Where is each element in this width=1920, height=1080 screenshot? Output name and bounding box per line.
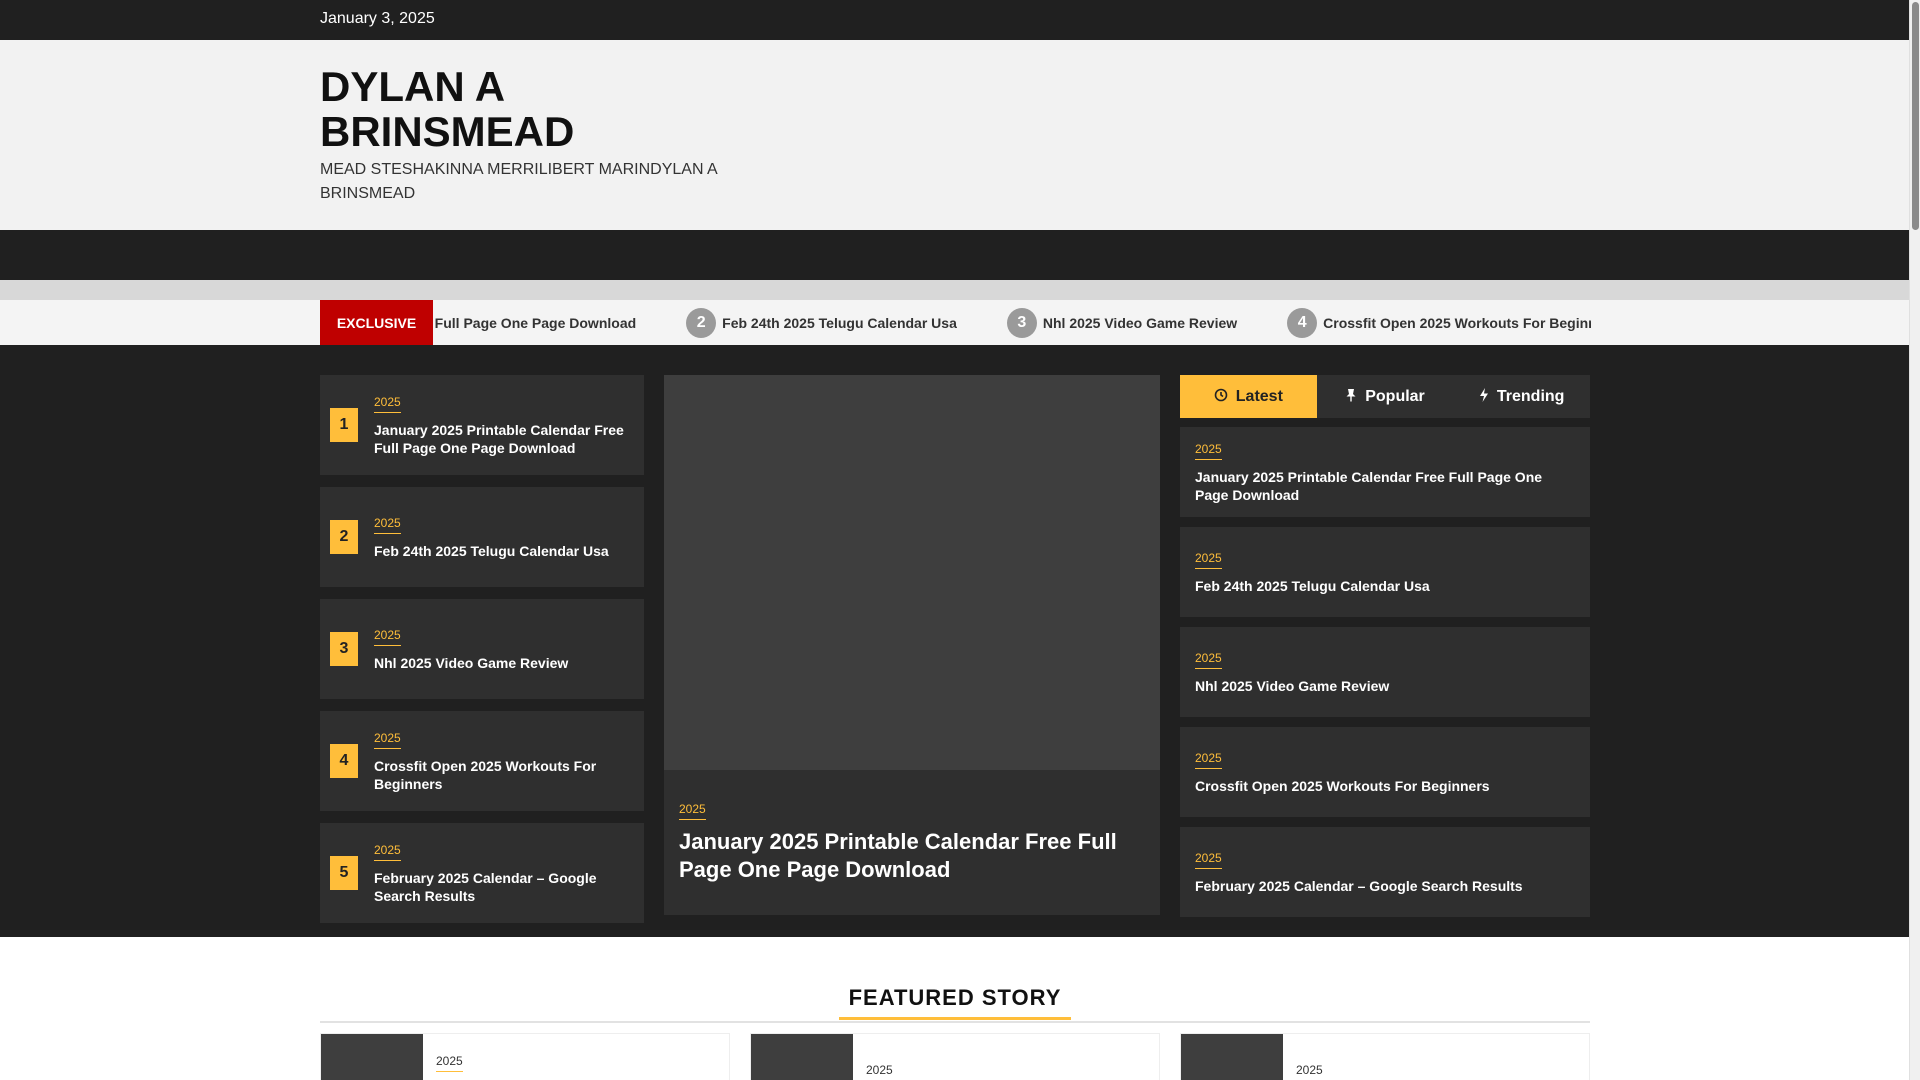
- nav-divider: [0, 280, 1909, 300]
- post-image-placeholder[interactable]: [664, 375, 1160, 770]
- category-link[interactable]: 2025: [1195, 442, 1222, 460]
- list-item[interactable]: 2025 Feb 24th 2025 Telugu Calendar Usa: [1180, 527, 1590, 617]
- tab-trending[interactable]: Trending: [1453, 375, 1590, 418]
- featured-cards: 2025 2025 2025: [320, 1033, 1590, 1080]
- category-link[interactable]: 2025: [1195, 751, 1222, 769]
- category-link[interactable]: 2025: [374, 843, 401, 861]
- ticker-title: Feb 24th 2025 Telugu Calendar Usa: [722, 314, 957, 331]
- category-link[interactable]: 2025: [1195, 851, 1222, 869]
- post-title[interactable]: January 2025 Printable Calendar Free Ful…: [1195, 468, 1575, 504]
- category-link[interactable]: 2025: [1195, 651, 1222, 669]
- bolt-icon: [1479, 388, 1489, 405]
- current-date: January 3, 2025: [320, 10, 435, 27]
- post-title[interactable]: Nhl 2025 Video Game Review: [374, 654, 632, 672]
- featured-card[interactable]: 2025: [1180, 1033, 1590, 1080]
- scrollbar-thumb[interactable]: [1912, 2, 1919, 230]
- ticker-item[interactable]: 3 Nhl 2025 Video Game Review: [1006, 307, 1238, 338]
- ticker-title: January 2025 Printable Calendar Free Ful…: [433, 314, 637, 331]
- post-number: 1: [330, 408, 358, 442]
- category-link[interactable]: 2025: [1195, 551, 1222, 569]
- main-featured-post[interactable]: 2025 January 2025 Printable Calendar Fre…: [664, 375, 1160, 915]
- ticker-item[interactable]: 2 Feb 24th 2025 Telugu Calendar Usa: [686, 307, 957, 338]
- clock-icon: [1214, 388, 1228, 405]
- tab-label: Latest: [1235, 387, 1283, 405]
- page-scrollbar[interactable]: [1909, 0, 1920, 1080]
- card-thumbnail[interactable]: [751, 1034, 853, 1080]
- tabbed-post-list: Latest Popular Trending 2025 January 202…: [1180, 375, 1590, 927]
- thumbtack-icon: [1345, 388, 1357, 405]
- exclusive-ticker: EXCLUSIVE 1 January 2025 Printable Calen…: [0, 300, 1909, 345]
- tab-latest[interactable]: Latest: [1180, 375, 1317, 418]
- list-item[interactable]: 2025 Nhl 2025 Video Game Review: [1180, 627, 1590, 717]
- ticker-number: 2: [686, 307, 717, 338]
- post-number: 5: [330, 856, 358, 890]
- exclusive-label: EXCLUSIVE: [320, 300, 433, 345]
- category-link[interactable]: 2025: [374, 395, 401, 413]
- main-navigation: [0, 230, 1909, 280]
- list-item[interactable]: 3 2025 Nhl 2025 Video Game Review: [320, 599, 644, 699]
- ticker-item[interactable]: 4 Crossfit Open 2025 Workouts For Beginn…: [1287, 307, 1591, 338]
- post-number: 4: [330, 744, 358, 778]
- section-title: FEATURED STORY: [838, 985, 1072, 1020]
- post-title[interactable]: Feb 24th 2025 Telugu Calendar Usa: [1195, 577, 1575, 595]
- tab-popular[interactable]: Popular: [1317, 375, 1454, 418]
- card-thumbnail[interactable]: [321, 1034, 423, 1080]
- post-title[interactable]: February 2025 Calendar – Google Search R…: [374, 869, 632, 905]
- tab-bar: Latest Popular Trending: [1180, 375, 1590, 418]
- list-item[interactable]: 2025 February 2025 Calendar – Google Sea…: [1180, 827, 1590, 917]
- category-link[interactable]: 2025: [374, 516, 401, 534]
- ticker-title: Nhl 2025 Video Game Review: [1042, 314, 1238, 331]
- featured-story-section: FEATURED STORY 2025 2025 2025: [320, 985, 1590, 1080]
- list-item[interactable]: 4 2025 Crossfit Open 2025 Workouts For B…: [320, 711, 644, 811]
- site-header: DYLAN A BRINSMEAD MEAD STESHAKINNA MERRI…: [0, 40, 1909, 230]
- category-link[interactable]: 2025: [436, 1054, 463, 1072]
- post-number: 3: [330, 632, 358, 666]
- list-item[interactable]: 2025 Crossfit Open 2025 Workouts For Beg…: [1180, 727, 1590, 817]
- category-link[interactable]: 2025: [374, 731, 401, 749]
- main-section: 1 2025 January 2025 Printable Calendar F…: [0, 345, 1909, 937]
- category-link[interactable]: 2025: [679, 802, 706, 820]
- post-title[interactable]: Nhl 2025 Video Game Review: [1195, 677, 1575, 695]
- category-link[interactable]: 2025: [866, 1063, 893, 1080]
- ticker-title: Crossfit Open 2025 Workouts For Beginner…: [1323, 314, 1591, 331]
- list-item[interactable]: 1 2025 January 2025 Printable Calendar F…: [320, 375, 644, 475]
- category-link[interactable]: 2025: [1296, 1063, 1323, 1080]
- ticker-number: 4: [1287, 307, 1318, 338]
- ticker-number: 3: [1006, 307, 1037, 338]
- numbered-post-list: 1 2025 January 2025 Printable Calendar F…: [320, 375, 644, 935]
- post-number: 2: [330, 520, 358, 554]
- tab-label: Popular: [1365, 387, 1425, 405]
- category-link[interactable]: 2025: [374, 628, 401, 646]
- ticker-track: 1 January 2025 Printable Calendar Free F…: [433, 300, 1591, 345]
- list-item[interactable]: 2025 January 2025 Printable Calendar Fre…: [1180, 427, 1590, 517]
- main-post-title[interactable]: January 2025 Printable Calendar Free Ful…: [679, 828, 1145, 884]
- tab-label: Trending: [1496, 387, 1565, 405]
- site-description: MEAD STESHAKINNA MERRILIBERT MARINDYLAN …: [320, 161, 717, 202]
- post-title[interactable]: Crossfit Open 2025 Workouts For Beginner…: [374, 757, 632, 793]
- top-bar: January 3, 2025: [0, 0, 1909, 40]
- list-item[interactable]: 5 2025 February 2025 Calendar – Google S…: [320, 823, 644, 923]
- post-title[interactable]: February 2025 Calendar – Google Search R…: [1195, 877, 1575, 895]
- section-header: FEATURED STORY: [320, 985, 1590, 1023]
- post-title[interactable]: January 2025 Printable Calendar Free Ful…: [374, 421, 632, 457]
- site-title[interactable]: DYLAN A BRINSMEAD: [320, 64, 740, 154]
- post-title[interactable]: Feb 24th 2025 Telugu Calendar Usa: [374, 542, 632, 560]
- featured-card[interactable]: 2025: [750, 1033, 1160, 1080]
- card-thumbnail[interactable]: [1181, 1034, 1283, 1080]
- post-title[interactable]: Crossfit Open 2025 Workouts For Beginner…: [1195, 777, 1575, 795]
- featured-card[interactable]: 2025: [320, 1033, 730, 1080]
- ticker-item[interactable]: 1 January 2025 Printable Calendar Free F…: [433, 308, 636, 338]
- list-item[interactable]: 2 2025 Feb 24th 2025 Telugu Calendar Usa: [320, 487, 644, 587]
